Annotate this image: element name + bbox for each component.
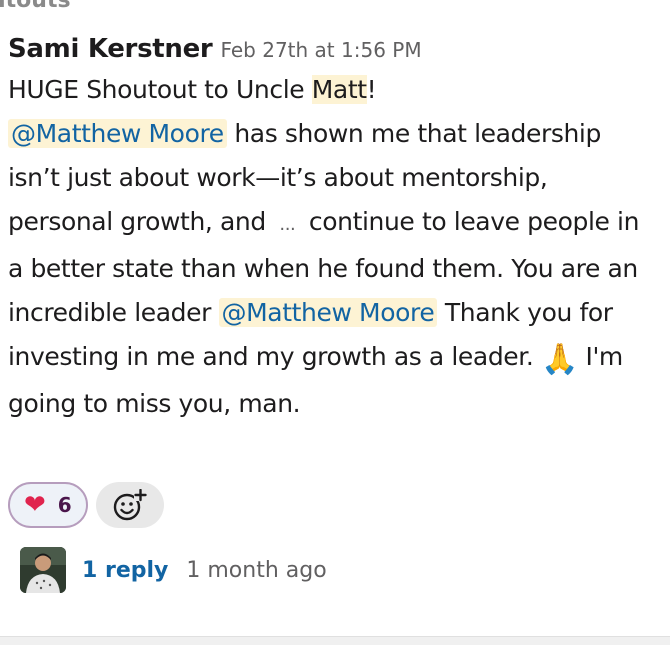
channel-title-fragment: utouts bbox=[0, 0, 71, 13]
add-reaction-button[interactable] bbox=[95, 482, 164, 528]
add-reaction-icon bbox=[113, 489, 147, 521]
message-timestamp[interactable]: Feb 27th at 1:56 PM bbox=[220, 38, 421, 62]
message-header: Sami Kerstner Feb 27th at 1:56 PM bbox=[8, 34, 658, 70]
avatar-image bbox=[20, 547, 66, 593]
highlighted-keyword: Matt bbox=[311, 75, 367, 104]
user-mention[interactable]: @Matthew Moore bbox=[8, 119, 227, 148]
truncation-ellipsis[interactable]: ... bbox=[273, 214, 301, 235]
author-name[interactable]: Sami Kerstner bbox=[8, 34, 213, 64]
message-body: HUGE Shoutout to Uncle Matt! @Matthew Mo… bbox=[8, 68, 648, 426]
last-reply-time: 1 month ago bbox=[186, 557, 327, 583]
message: Sami Kerstner Feb 27th at 1:56 PM HUGE S… bbox=[8, 34, 658, 426]
reaction-heart[interactable]: ❤ 6 bbox=[8, 482, 88, 528]
message-text-line1: HUGE Shoutout to Uncle bbox=[8, 75, 312, 104]
avatar[interactable] bbox=[20, 547, 66, 593]
reactions-bar: ❤ 6 bbox=[8, 482, 164, 528]
thread-summary[interactable]: 1 reply 1 month ago bbox=[20, 547, 327, 593]
heart-icon: ❤ bbox=[24, 490, 46, 520]
reaction-count: 6 bbox=[57, 493, 72, 517]
message-text-line1-end: ! bbox=[366, 75, 377, 104]
folded-hands-emoji: 🙏 bbox=[540, 342, 578, 377]
reply-count-link[interactable]: 1 reply bbox=[82, 558, 168, 583]
user-mention[interactable]: @Matthew Moore bbox=[218, 298, 438, 327]
